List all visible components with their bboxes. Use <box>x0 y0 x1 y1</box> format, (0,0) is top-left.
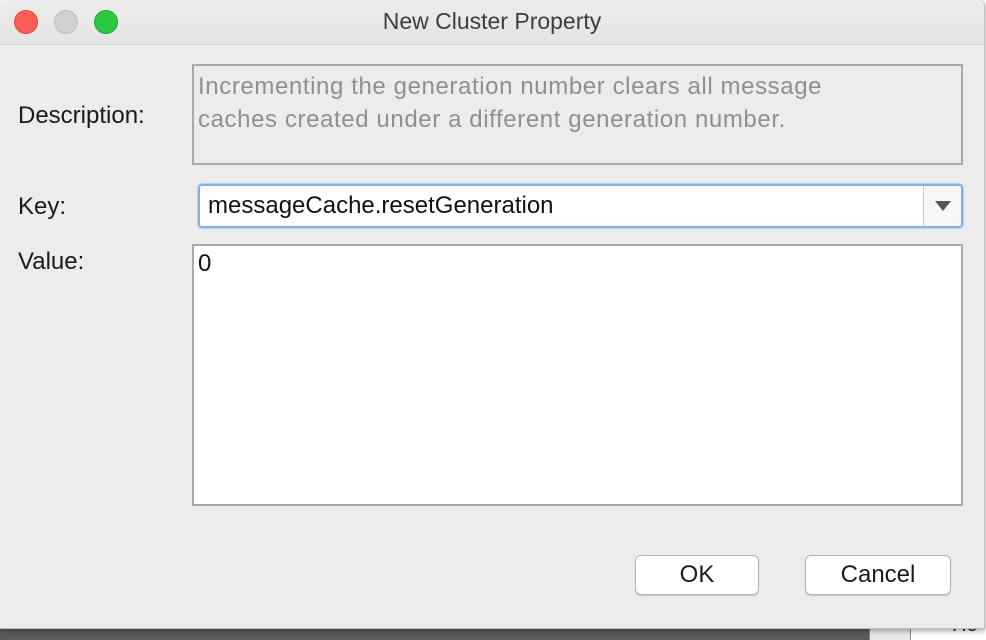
description-text: Incrementing the generation number clear… <box>192 64 963 165</box>
key-combobox[interactable]: messageCache.resetGeneration <box>198 184 963 228</box>
key-label: Key: <box>18 193 67 220</box>
value-label: Value: <box>18 248 85 275</box>
title-bar[interactable]: New Cluster Property <box>0 0 984 45</box>
key-combobox-value[interactable]: messageCache.resetGeneration <box>208 192 554 220</box>
value-textarea[interactable]: 0 <box>192 244 963 506</box>
dialog-window: New Cluster Property Description: Increm… <box>0 0 985 629</box>
description-label: Description: <box>18 102 145 129</box>
key-dropdown-button[interactable] <box>923 186 961 226</box>
window-title: New Cluster Property <box>382 8 602 34</box>
cancel-button[interactable]: Cancel <box>805 555 951 595</box>
chevron-down-icon <box>935 201 951 211</box>
ok-button[interactable]: OK <box>635 555 759 595</box>
background-window-divider <box>869 628 911 640</box>
background-window-strip <box>0 628 986 640</box>
